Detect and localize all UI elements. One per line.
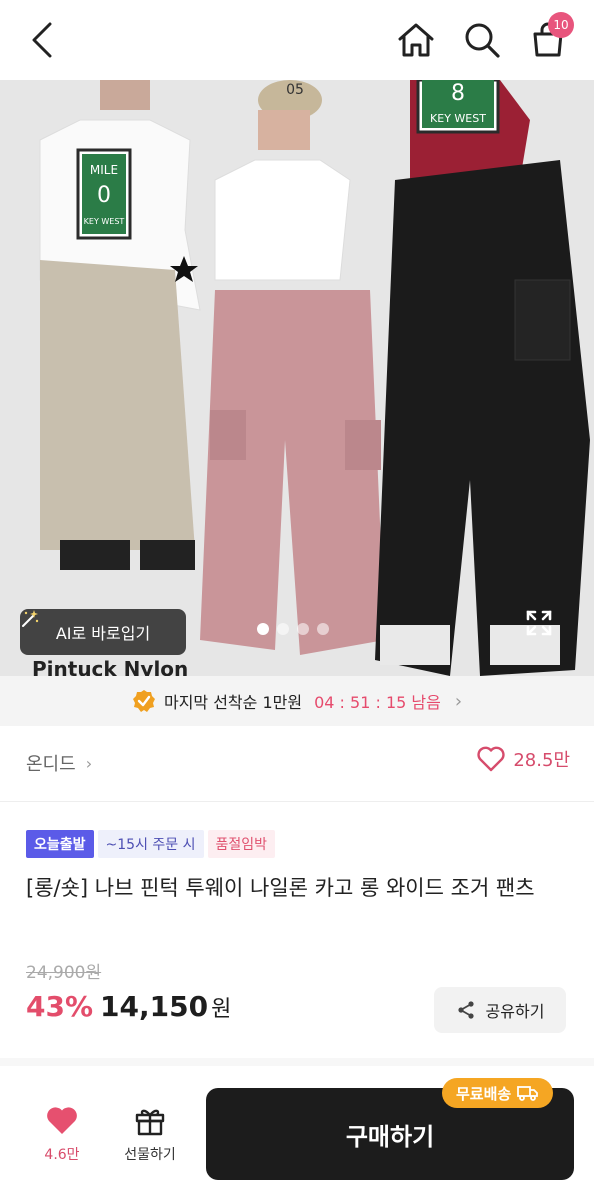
chevron-left-icon [32,22,52,58]
expand-icon [526,610,552,636]
ai-try-on-label: AI로 바로입기 [55,624,151,643]
sign-left-top: MILE [90,163,118,177]
wishlist-button[interactable]: 4.6만 [32,1106,92,1168]
chevron-right-icon: › [85,753,93,773]
sale-price: 14,150 원 [100,990,231,1023]
sale-price-value: 14,150 [100,990,209,1023]
buy-label: 구매하기 [345,1122,435,1151]
share-icon [457,1001,474,1019]
sign-left-bottom: KEY WEST [84,217,125,226]
chevron-right-icon: › [454,690,463,712]
search-button[interactable] [458,16,506,64]
store-link[interactable]: 온디드 › [26,750,92,776]
ai-try-on-button[interactable]: AI로 바로입기 [20,609,186,655]
bottom-action-bar: 4.6만 선물하기 구매하기 무료배송 [0,1066,594,1200]
product-tags: 오늘출발 ~15시 주문 시 품절임박 [26,830,276,858]
section-divider [0,1058,594,1066]
countdown-banner[interactable]: 마지막 선착순 1만원 04 : 51 : 15 남음 › [0,676,594,726]
sign-right-number: 8 [451,81,465,106]
cart-count-badge: 10 [548,12,574,38]
free-shipping-label: 무료배송 [456,1084,512,1103]
product-photo: MILE 0 KEY WEST 05 8 KEY WEST Pintuck Ny… [0,80,594,676]
search-icon [465,23,500,58]
home-icon [398,23,434,57]
truck-icon [517,1086,539,1101]
product-image-carousel[interactable]: MILE 0 KEY WEST 05 8 KEY WEST Pintuck Ny… [0,80,594,676]
tag-today-shipping: 오늘출발 [26,830,94,858]
store-like-count: 28.5만 [513,750,570,771]
cap-text: 05 [286,82,304,98]
heart-outline-icon [477,746,505,772]
carousel-dot[interactable] [297,623,309,635]
carousel-indicator [257,623,329,635]
gift-label: 선물하기 [124,1147,176,1163]
product-title: [롱/숏] 나브 핀턱 투웨이 나일론 카고 롱 와이드 조거 팬츠 [26,876,535,900]
price-unit: 원 [211,997,232,1022]
free-shipping-badge: 무료배송 [442,1078,554,1108]
back-button[interactable] [22,18,62,62]
cart-button[interactable]: 10 [524,12,574,64]
heart-filled-icon [47,1107,77,1134]
tag-almost-soldout: 품절임박 [207,830,276,858]
store-like-button[interactable]: 28.5만 [477,746,570,772]
model-left: MILE 0 KEY WEST [39,80,201,570]
wishlist-count: 4.6만 [44,1147,80,1163]
sign-right-bottom: KEY WEST [430,112,486,125]
magic-wand-icon [22,610,39,627]
check-badge-icon [132,690,155,712]
gift-button[interactable]: 선물하기 [112,1106,188,1168]
discount-rate: 43% [26,990,94,1023]
carousel-dot[interactable] [257,623,269,635]
share-button[interactable]: 공유하기 [434,987,566,1033]
top-navigation: 10 [0,0,594,80]
gift-icon [135,1109,165,1136]
countdown-text: 마지막 선착순 1만원 [163,693,303,712]
countdown-time: 04 : 51 : 15 남음 [314,693,441,712]
store-row: 온디드 › 28.5만 [0,726,594,802]
sign-left-number: 0 [97,183,111,208]
store-name: 온디드 [26,754,76,775]
original-price: 24,900원 [26,963,102,983]
image-corner-text: Pintuck Nylon [32,657,188,676]
fullscreen-button[interactable] [524,608,560,644]
carousel-dot[interactable] [317,623,329,635]
carousel-dot[interactable] [277,623,289,635]
home-button[interactable] [394,16,438,64]
share-label: 공유하기 [485,1002,545,1021]
tag-order-cutoff: ~15시 주문 시 [97,830,204,858]
